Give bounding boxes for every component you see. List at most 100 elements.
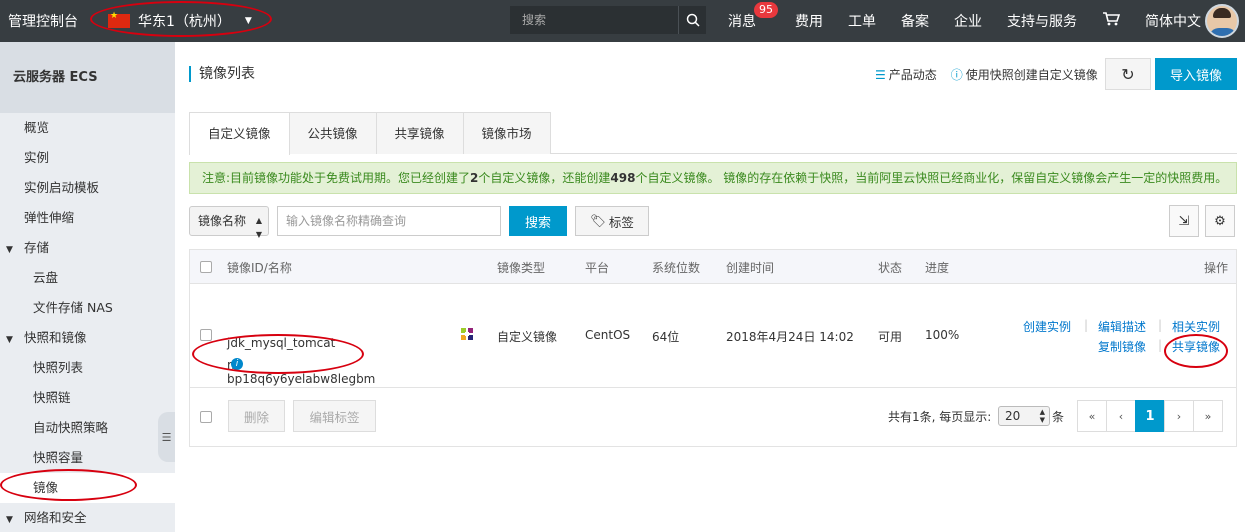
image-tabs: 自定义镜像 公共镜像 共享镜像 镜像市场 <box>189 112 1237 155</box>
select-all-checkbox[interactable] <box>200 261 212 273</box>
tab-image-market[interactable]: 镜像市场 <box>462 112 551 154</box>
image-name-search-input[interactable] <box>277 206 501 236</box>
page-size-unit: 条 <box>1052 410 1065 424</box>
action-separator: | <box>1158 318 1163 332</box>
filter-field-select[interactable]: 镜像名称 ▲ ▼ <box>189 206 269 239</box>
list-icon: ☰ <box>875 67 886 82</box>
page-size-value: 20 <box>1005 409 1021 423</box>
pagination-total: 共有1条, 每页显示: <box>888 410 992 424</box>
notice-banner: 注意:目前镜像功能处于免费试用期。您已经创建了2个自定义镜像，还能创建498个自… <box>189 162 1237 194</box>
col-header-platform: 平台 <box>585 261 610 275</box>
page-size-select[interactable]: 20 ▲ ▼ <box>998 406 1050 426</box>
col-header-bits: 系统位数 <box>652 261 701 275</box>
tag-label: 标签 <box>608 214 634 230</box>
row-checkbox[interactable] <box>200 329 212 341</box>
main-content: 镜像列表 ☰ 产品动态 ⓘ 使用快照创建自定义镜像 ↻ 导入镜像 自定义镜像 公共镜… <box>175 42 1245 532</box>
sidebar-item-nas[interactable]: 文件存储 NAS <box>0 293 175 323</box>
sidebar-item-disks[interactable]: 云盘 <box>0 263 175 293</box>
sidebar-item-snapshot-chain[interactable]: 快照链 <box>0 383 175 413</box>
caret-down-icon: ▼ <box>6 245 13 255</box>
nav-tickets[interactable]: 工单 <box>848 11 876 31</box>
sidebar-item-overview[interactable]: 概览 <box>0 113 175 143</box>
page-1-button[interactable]: 1 <box>1135 400 1165 432</box>
image-platform: CentOS <box>585 328 631 342</box>
delete-button[interactable]: 删除 <box>228 400 285 432</box>
centos-logo-icon <box>460 327 474 344</box>
nav-messages[interactable]: 消息 95 <box>728 2 778 31</box>
footer-select-all-checkbox[interactable] <box>200 411 212 423</box>
notice-text-3: 个自定义镜像。 镜像的存在依赖于快照，当前阿里云快照已经商业化，保留自定义镜像会… <box>635 171 1228 185</box>
search-button[interactable]: 搜索 <box>509 206 567 236</box>
sidebar-group-snapshots-images[interactable]: ▼ 快照和镜像 <box>0 323 175 353</box>
annotation-ellipse-share-image <box>1164 334 1228 368</box>
select-arrows-icon: ▲ ▼ <box>1039 408 1045 424</box>
col-header-id-name: 镜像ID/名称 <box>227 261 292 275</box>
col-header-status: 状态 <box>878 261 903 275</box>
header-links: ☰ 产品动态 ⓘ 使用快照创建自定义镜像 <box>875 66 1098 83</box>
tag-filter-button[interactable]: 🏷 标签 <box>575 206 649 236</box>
nav-icp[interactable]: 备案 <box>901 11 929 31</box>
caret-down-icon: ▼ <box>6 335 13 345</box>
first-page-button[interactable]: « <box>1077 400 1107 432</box>
sidebar-item-launch-templates[interactable]: 实例启动模板 <box>0 173 175 203</box>
sidebar-group-network-security[interactable]: ▼ 网络和安全 <box>0 503 175 532</box>
sidebar-item-snapshot-capacity[interactable]: 快照容量 <box>0 443 175 473</box>
prev-page-button[interactable]: ‹ <box>1106 400 1136 432</box>
tab-custom-images[interactable]: 自定义镜像 <box>189 112 290 155</box>
tab-public-images[interactable]: 公共镜像 <box>288 112 377 154</box>
nav-messages-label: 消息 <box>728 14 756 30</box>
nav-support[interactable]: 支持与服务 <box>1007 11 1077 31</box>
table-row: m-bp18q6y6yelabw8legbmi jdk_mysql_tomcat… <box>190 284 1236 388</box>
edit-tags-button[interactable]: 编辑标签 <box>293 400 376 432</box>
nav-billing[interactable]: 费用 <box>795 11 823 31</box>
user-avatar[interactable] <box>1205 4 1239 38</box>
tab-shared-images[interactable]: 共享镜像 <box>375 112 464 154</box>
tag-icon: 🏷 <box>590 213 606 228</box>
last-page-button[interactable]: » <box>1193 400 1223 432</box>
sidebar-collapse-icon[interactable]: ☰ <box>158 412 175 462</box>
annotation-ellipse-sidebar-images <box>0 469 137 501</box>
product-news-label: 产品动态 <box>888 68 937 82</box>
top-nav: 消息 95 费用 工单 备案 企业 支持与服务 简体中文 <box>728 0 1226 42</box>
next-page-button[interactable]: › <box>1164 400 1194 432</box>
sidebar-item-snapshot-list[interactable]: 快照列表 <box>0 353 175 383</box>
col-header-actions: 操作 <box>1204 261 1229 275</box>
sidebar-item-auto-scaling[interactable]: 弹性伸缩 <box>0 203 175 233</box>
snapshot-help-link[interactable]: ⓘ 使用快照创建自定义镜像 <box>951 66 1098 83</box>
import-image-button[interactable]: 导入镜像 <box>1155 58 1237 90</box>
table-header: 镜像ID/名称 镜像类型 平台 系统位数 创建时间 状态 进度 操作 <box>190 250 1236 284</box>
export-icon[interactable]: ⇲ <box>1169 205 1199 237</box>
settings-gear-icon[interactable]: ⚙ <box>1205 205 1235 237</box>
create-instance-link[interactable]: 创建实例 <box>1023 318 1071 335</box>
image-type: 自定义镜像 <box>497 330 558 344</box>
notice-text-2: 个自定义镜像，还能创建 <box>478 171 611 185</box>
product-news-link[interactable]: ☰ 产品动态 <box>875 66 937 83</box>
related-instances-link[interactable]: 相关实例 <box>1172 318 1220 335</box>
edit-description-link[interactable]: 编辑描述 <box>1098 318 1146 335</box>
sidebar-group-storage[interactable]: ▼ 存储 <box>0 233 175 263</box>
pagination: « ‹ 1 › » <box>1077 400 1223 432</box>
image-created-time: 2018年4月24日 14:02 <box>726 330 854 344</box>
help-icon: ⓘ <box>950 68 963 82</box>
caret-down-icon: ▼ <box>6 515 13 525</box>
search-icon[interactable] <box>678 6 706 34</box>
nav-language[interactable]: 简体中文 <box>1145 11 1201 31</box>
image-bits: 64位 <box>652 330 680 344</box>
sidebar-title: 云服务器 ECS <box>0 42 175 113</box>
sidebar-item-auto-snapshot-policy[interactable]: 自动快照策略 <box>0 413 175 443</box>
global-search-input[interactable] <box>510 6 678 34</box>
global-search <box>510 6 706 34</box>
copy-image-link[interactable]: 复制镜像 <box>1098 338 1146 355</box>
image-progress: 100% <box>925 328 960 342</box>
filter-bar: 镜像名称 ▲▼ 搜索 🏷标签 ⇲ ⚙ <box>189 205 1237 239</box>
snapshot-help-label: 使用快照创建自定义镜像 <box>965 68 1098 82</box>
refresh-button[interactable]: ↻ <box>1105 58 1151 90</box>
sidebar-group-label: 网络和安全 <box>24 510 87 525</box>
select-arrows-icon: ▲ ▼ <box>255 216 262 239</box>
notice-count-remaining: 498 <box>610 171 636 185</box>
annotation-ellipse-region <box>90 1 272 37</box>
console-brand[interactable]: 管理控制台 <box>0 11 90 31</box>
nav-enterprise[interactable]: 企业 <box>954 11 982 31</box>
sidebar-item-instances[interactable]: 实例 <box>0 143 175 173</box>
cart-icon[interactable] <box>1102 12 1121 30</box>
